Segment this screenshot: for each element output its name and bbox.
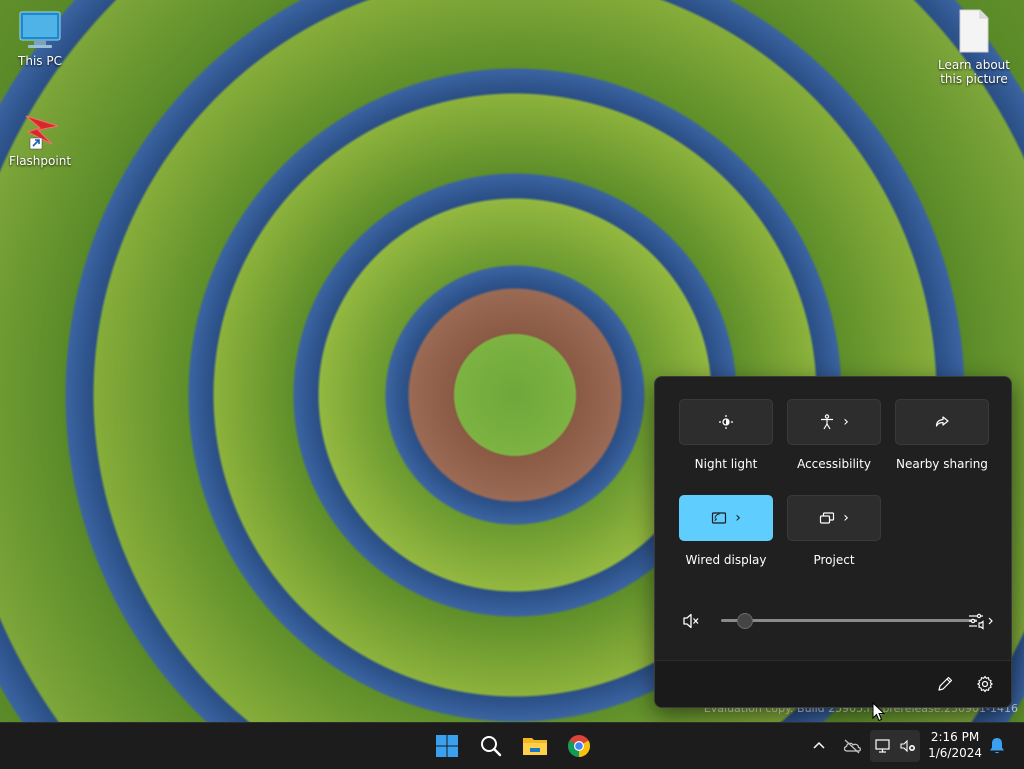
tile-label: Wired display bbox=[685, 553, 767, 567]
file-explorer-icon bbox=[523, 738, 547, 755]
onedrive-tray-button[interactable] bbox=[838, 731, 866, 761]
volume-row bbox=[679, 609, 993, 633]
tile-label: Night light bbox=[694, 457, 758, 471]
document-icon bbox=[959, 9, 989, 53]
network-icon bbox=[875, 739, 890, 753]
clock-time: 2:16 PM bbox=[930, 730, 980, 744]
flashpoint-shortcut-icon bbox=[25, 115, 59, 150]
tile-wired-display[interactable]: › Wired display bbox=[674, 495, 778, 567]
volume-muted-icon bbox=[900, 739, 915, 753]
chrome-button[interactable] bbox=[564, 731, 594, 761]
tile-project[interactable]: › Project bbox=[782, 495, 886, 567]
desktop-icon-label: This PC bbox=[18, 54, 62, 68]
bell-icon bbox=[990, 738, 1004, 754]
tile-label: Project bbox=[813, 553, 855, 567]
show-hidden-icons-button[interactable] bbox=[806, 731, 832, 761]
desktop-icon-label: Flashpoint bbox=[8, 154, 72, 168]
monitor-icon bbox=[19, 11, 61, 48]
search-icon bbox=[481, 736, 502, 757]
chevron-right-icon: › bbox=[735, 510, 741, 526]
accessibility-button[interactable]: › bbox=[787, 399, 881, 445]
mouse-cursor-icon bbox=[872, 702, 886, 722]
chevron-right-icon: › bbox=[843, 414, 849, 430]
wired-display-button[interactable]: › bbox=[679, 495, 773, 541]
edit-pencil-icon[interactable] bbox=[936, 675, 954, 693]
cast-icon bbox=[712, 512, 727, 524]
volume-slider-thumb[interactable] bbox=[737, 613, 753, 629]
flyout-footer bbox=[655, 660, 1011, 707]
tile-nearby-sharing[interactable]: Nearby sharing bbox=[890, 399, 994, 471]
quick-settings-flyout: Night light › Accessibility Nearby shari… bbox=[654, 376, 1012, 708]
desktop-icon-flashpoint[interactable]: Flashpoint bbox=[0, 110, 80, 168]
night-light-button[interactable] bbox=[679, 399, 773, 445]
start-button[interactable] bbox=[432, 731, 462, 761]
search-button[interactable] bbox=[476, 731, 506, 761]
accessibility-icon bbox=[821, 414, 834, 430]
volume-muted-icon[interactable] bbox=[681, 611, 701, 631]
desktop-icon-label: Learn about this picture bbox=[938, 58, 1010, 86]
file-explorer-button[interactable] bbox=[520, 731, 550, 761]
onedrive-icon bbox=[843, 739, 861, 754]
audio-output-icon[interactable] bbox=[967, 611, 993, 631]
notifications-button[interactable] bbox=[986, 731, 1008, 761]
clock-date: 1/6/2024 bbox=[928, 746, 982, 760]
share-icon bbox=[935, 416, 949, 427]
taskbar: 2:16 PM 1/6/2024 bbox=[0, 722, 1024, 769]
chrome-icon bbox=[568, 735, 590, 757]
clock[interactable]: 2:16 PM 1/6/2024 bbox=[928, 729, 982, 761]
start-icon bbox=[436, 735, 458, 757]
tile-night-light[interactable]: Night light bbox=[674, 399, 778, 471]
volume-slider-track[interactable] bbox=[721, 619, 977, 622]
night-light-icon bbox=[719, 415, 733, 429]
desktop-icon-this-pc[interactable]: This PC bbox=[0, 10, 80, 68]
chevron-right-icon: › bbox=[843, 510, 849, 526]
project-button[interactable]: › bbox=[787, 495, 881, 541]
nearby-sharing-button[interactable] bbox=[895, 399, 989, 445]
desktop-icon-learn-about-picture[interactable]: Learn about this picture bbox=[934, 8, 1014, 86]
tile-accessibility[interactable]: › Accessibility bbox=[782, 399, 886, 471]
settings-gear-icon[interactable] bbox=[976, 675, 994, 693]
project-icon bbox=[820, 512, 835, 524]
network-volume-tray-button[interactable] bbox=[870, 730, 920, 762]
tile-label: Accessibility bbox=[797, 457, 871, 471]
chevron-up-icon bbox=[813, 741, 825, 749]
tile-label: Nearby sharing bbox=[896, 457, 988, 471]
